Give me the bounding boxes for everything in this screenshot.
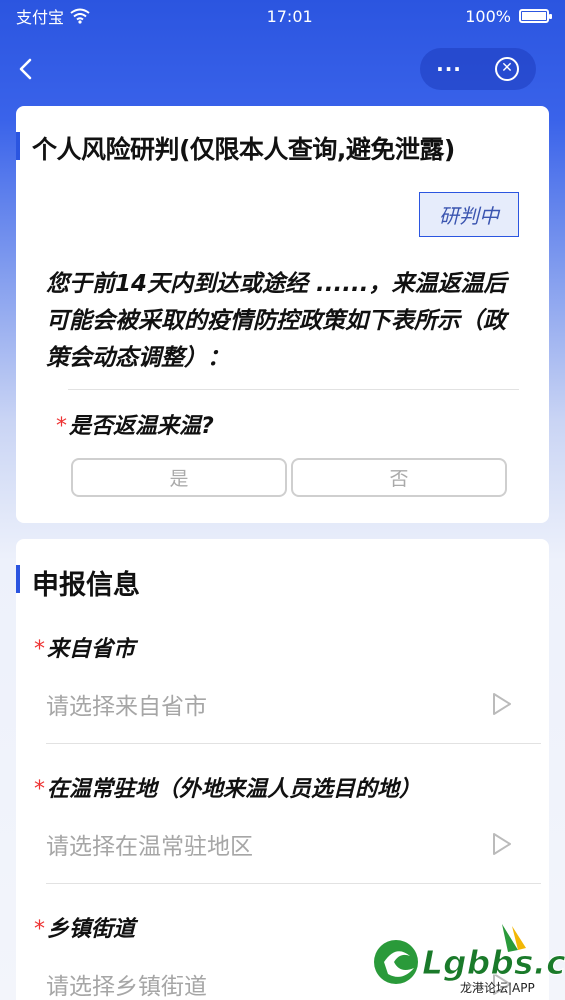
more-button[interactable]: ··· <box>420 48 478 90</box>
field-label: *乡镇街道 <box>34 917 136 942</box>
option-yes-button[interactable]: 是 <box>71 458 287 497</box>
watermark-brand: Lgbbs.cn <box>422 943 565 982</box>
carrier-label: 支付宝 <box>16 8 65 27</box>
battery-percent: 100% <box>465 6 511 26</box>
title-accent-bar <box>16 565 20 593</box>
close-icon: ✕ <box>495 57 519 81</box>
play-arrow-icon[interactable] <box>490 831 514 857</box>
question-text: 是否返温来温? <box>69 414 214 439</box>
divider <box>68 389 519 390</box>
residence-picker[interactable]: 请选择在温常驻地区 <box>46 827 253 861</box>
play-arrow-icon[interactable] <box>490 691 514 717</box>
option-no-button[interactable]: 否 <box>291 458 507 497</box>
back-arrow-icon <box>19 58 32 80</box>
field-label: *在温常驻地（外地来温人员选目的地） <box>34 777 422 802</box>
divider <box>46 743 541 744</box>
title-accent-bar <box>16 132 20 160</box>
divider <box>46 883 541 884</box>
province-city-field: *来自省市 请选择来自省市 <box>16 631 549 753</box>
residence-field: *在温常驻地（外地来温人员选目的地） 请选择在温常驻地区 <box>16 771 549 893</box>
clock: 17:01 <box>266 6 313 26</box>
battery-icon <box>519 9 552 23</box>
nav-bar: ··· ✕ <box>0 40 565 98</box>
report-card-title: 申报信息 <box>32 570 140 601</box>
lgbbs-watermark-logo: Lgbbs.cn 龙港论坛|APP <box>374 924 565 995</box>
return-question-label: *是否返温来温? <box>56 408 214 440</box>
province-city-picker[interactable]: 请选择来自省市 <box>46 687 207 721</box>
field-label: *来自省市 <box>34 637 136 662</box>
required-mark: * <box>34 637 45 662</box>
status-badge: 研判中 <box>419 192 519 237</box>
watermark-sub: 龙港论坛|APP <box>460 981 535 995</box>
township-picker[interactable]: 请选择乡镇街道 <box>46 967 207 1000</box>
required-mark: * <box>34 917 45 942</box>
status-bar: 支付宝 17:01 100% <box>0 0 565 32</box>
wifi-icon <box>70 8 90 24</box>
required-mark: * <box>34 777 45 802</box>
required-mark: * <box>56 414 67 439</box>
policy-notice: 您于前14天内到达或途经 ......，来温返温后可能会被采取的疫情防控政策如下… <box>46 271 507 371</box>
back-button[interactable] <box>12 52 42 86</box>
risk-assessment-card: 个人风险研判(仅限本人查询,避免泄露) 研判中 您于前14天内到达或途经 ...… <box>16 106 549 523</box>
miniapp-capsule: ··· ✕ <box>420 48 536 90</box>
risk-card-title: 个人风险研判(仅限本人查询,避免泄露) <box>32 135 455 164</box>
close-button[interactable]: ✕ <box>478 48 536 90</box>
